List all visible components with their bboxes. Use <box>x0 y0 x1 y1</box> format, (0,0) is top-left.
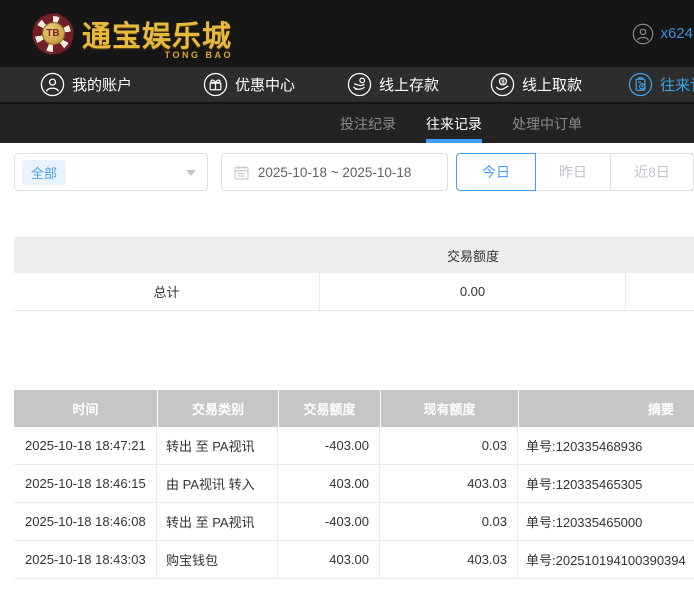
logo-title: 通宝娱乐城 <box>82 21 232 53</box>
summary-total-value: 0.00 <box>320 273 626 310</box>
gift-icon <box>203 72 228 97</box>
col-header-type: 交易类别 <box>157 390 278 427</box>
logo-text: 通宝娱乐城 TONG BAO <box>82 13 236 55</box>
nav-item-promotions[interactable]: 优惠中心 <box>203 72 295 97</box>
record-tabs: 投注纪录 往来记录 处理中订单 <box>0 102 694 143</box>
summary-header-empty <box>14 237 320 273</box>
nav-label: 我的账户 <box>72 74 132 95</box>
type-select[interactable]: 全部 <box>14 153 208 191</box>
cell-type: 转出 至 PA视讯 <box>157 427 278 464</box>
transactions-table: 时间 交易类别 交易额度 现有额度 摘要 2025-10-18 18:47:21… <box>14 390 694 579</box>
transactions-header-row: 时间 交易类别 交易额度 现有额度 摘要 <box>14 390 694 427</box>
content-area: 全部 2025-10-18 ~ 2025-10-18 今日 昨日 近8日 交易额… <box>0 143 694 579</box>
user-avatar-icon <box>632 23 654 45</box>
summary-header-row: 交易额度 <box>14 237 694 273</box>
cell-type: 由 PA视讯 转入 <box>157 465 278 502</box>
quick-range-today[interactable]: 今日 <box>456 153 536 191</box>
quick-range-last-8-days[interactable]: 近8日 <box>610 153 694 191</box>
nav-item-deposit[interactable]: 线上存款 <box>347 72 439 97</box>
col-header-balance: 现有额度 <box>380 390 518 427</box>
cell-balance: 0.03 <box>380 503 518 540</box>
nav-label: 往来记录 <box>660 74 694 95</box>
col-header-amount: 交易额度 <box>278 390 380 427</box>
cell-summary: 单号:120335468936 <box>518 427 694 464</box>
tab-transfer-records[interactable]: 往来记录 <box>426 104 482 143</box>
nav-item-transfer-records[interactable]: 往来记录 <box>628 72 694 97</box>
cell-summary: 单号:202510194100390394 <box>518 541 694 578</box>
filter-row: 全部 2025-10-18 ~ 2025-10-18 今日 昨日 近8日 <box>14 153 694 191</box>
tab-betting-records[interactable]: 投注纪录 <box>340 104 396 143</box>
cell-balance: 403.03 <box>380 465 518 502</box>
nav-label: 线上取款 <box>522 74 582 95</box>
deposit-icon <box>347 72 372 97</box>
cell-amount: 403.00 <box>278 541 380 578</box>
cell-type: 购宝钱包 <box>157 541 278 578</box>
cell-balance: 403.03 <box>380 541 518 578</box>
cell-amount: -403.00 <box>278 503 380 540</box>
summary-header-amount: 交易额度 <box>320 237 626 273</box>
account-info[interactable]: x624 <box>632 0 694 67</box>
poker-chip-icon: TB <box>33 14 73 54</box>
main-nav: 我的账户 优惠中心 线上存款 <box>0 67 694 102</box>
cell-time: 2025-10-18 18:47:21 <box>14 427 157 464</box>
summary-total-label: 总计 <box>14 273 320 310</box>
chip-monogram: TB <box>42 22 65 45</box>
summary-total-row: 总计 0.00 <box>14 273 694 311</box>
user-icon <box>40 72 65 97</box>
table-row: 2025-10-18 18:46:08 转出 至 PA视讯 -403.00 0.… <box>14 503 694 541</box>
nav-label: 线上存款 <box>379 74 439 95</box>
calendar-icon <box>234 165 249 180</box>
logo-subtitle: TONG BAO <box>165 50 233 60</box>
tab-pending-orders[interactable]: 处理中订单 <box>512 104 582 143</box>
username: x624 <box>660 25 693 42</box>
table-row: 2025-10-18 18:43:03 购宝钱包 403.00 403.03 单… <box>14 541 694 579</box>
quick-range-yesterday[interactable]: 昨日 <box>536 153 610 191</box>
nav-label: 优惠中心 <box>235 74 295 95</box>
cell-type: 转出 至 PA视讯 <box>157 503 278 540</box>
col-header-time: 时间 <box>14 390 157 427</box>
transfer-records-icon <box>628 72 653 97</box>
cell-summary: 单号:120335465000 <box>518 503 694 540</box>
chevron-down-icon <box>186 170 196 176</box>
date-range-picker[interactable]: 2025-10-18 ~ 2025-10-18 <box>221 153 448 191</box>
cell-time: 2025-10-18 18:43:03 <box>14 541 157 578</box>
cell-time: 2025-10-18 18:46:15 <box>14 465 157 502</box>
nav-item-my-account[interactable]: 我的账户 <box>40 72 132 97</box>
cell-amount: -403.00 <box>278 427 380 464</box>
nav-item-withdraw[interactable]: $ 线上取款 <box>490 72 582 97</box>
date-range-value: 2025-10-18 ~ 2025-10-18 <box>258 165 412 180</box>
cell-time: 2025-10-18 18:46:08 <box>14 503 157 540</box>
cell-balance: 0.03 <box>380 427 518 464</box>
site-header: TB 通宝娱乐城 TONG BAO x624 <box>0 0 694 67</box>
cell-summary: 单号:120335465305 <box>518 465 694 502</box>
withdraw-icon: $ <box>490 72 515 97</box>
logo[interactable]: TB 通宝娱乐城 TONG BAO <box>33 13 236 55</box>
quick-range-group: 今日 昨日 近8日 <box>456 153 694 191</box>
table-row: 2025-10-18 18:46:15 由 PA视讯 转入 403.00 403… <box>14 465 694 503</box>
cell-amount: 403.00 <box>278 465 380 502</box>
summary-table: 交易额度 总计 0.00 <box>14 237 694 311</box>
col-header-summary: 摘要 <box>518 390 694 427</box>
table-row: 2025-10-18 18:47:21 转出 至 PA视讯 -403.00 0.… <box>14 427 694 465</box>
selected-type-tag[interactable]: 全部 <box>22 160 66 185</box>
